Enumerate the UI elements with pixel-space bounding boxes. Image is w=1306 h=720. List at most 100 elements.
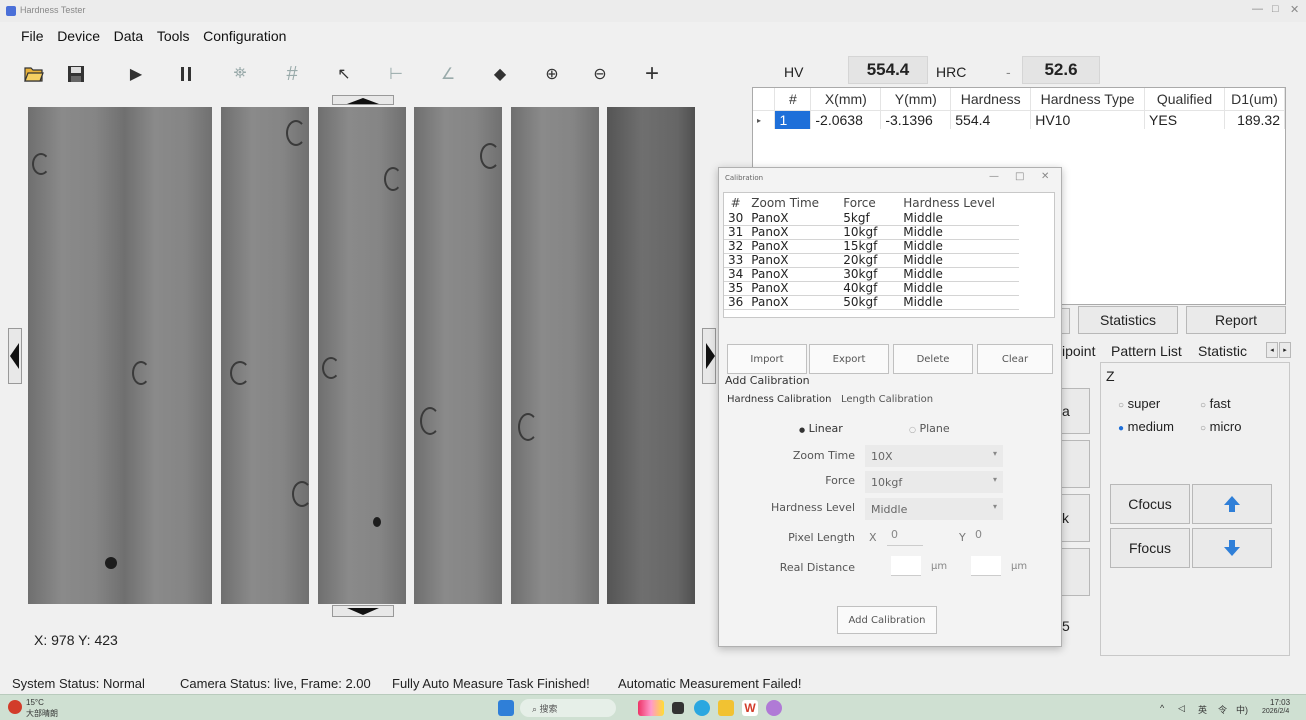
column-header: # [774,88,812,111]
dialog-title: Calibration [725,174,764,182]
real-distance-x-input[interactable] [891,556,921,576]
pointer-icon[interactable]: ↖ [332,62,356,86]
clear-button[interactable]: Clear [977,344,1053,374]
camera-view[interactable] [0,95,716,617]
angle-icon[interactable]: ∠ [436,62,460,86]
tray-wifi-icon[interactable]: 令 [1218,703,1227,716]
widget-icon[interactable] [638,700,664,716]
import-button[interactable]: Import [727,344,807,374]
speed-super[interactable]: ○ super [1118,396,1160,411]
cell-n: 36 [724,295,748,310]
taskbar-search[interactable]: ⌕ 搜索 [520,699,616,717]
chevron-down-icon: ▾ [992,449,997,458]
tab-statistic[interactable]: Statistic [1198,343,1268,359]
clock-time[interactable]: 17:03 [1270,698,1290,707]
table-row[interactable]: 31 PanoX 10kgf Middle [724,225,1020,240]
mode-plane-radio[interactable]: ○ Plane [909,422,950,435]
report-button[interactable]: Report [1186,306,1286,334]
z-down-button[interactable] [1192,528,1272,568]
z-up-button[interactable] [1192,484,1272,524]
zoom-in-icon[interactable]: ⊕ [540,62,564,86]
force-select[interactable]: 10kgf ▾ [865,471,1003,493]
tray-language-icon[interactable]: 英 [1198,703,1207,716]
app-icon[interactable] [766,700,782,716]
pixel-y-input[interactable]: 0 [971,528,1007,546]
add-calibration-button[interactable]: Add Calibration [837,606,937,634]
menu-tools[interactable]: Tools [152,24,195,48]
ffocus-button[interactable]: Ffocus [1110,528,1190,568]
calibration-table[interactable]: # Zoom Time Force Hardness Level 30 PanoX… [723,192,1055,318]
play-icon[interactable]: ▶ [124,62,148,86]
pan-up-button[interactable] [332,95,394,105]
statistics-button[interactable]: Statistics [1078,306,1178,334]
tab-scroll-right-icon[interactable]: ▸ [1279,342,1291,358]
delete-button[interactable]: Delete [893,344,973,374]
tab-multipoint[interactable]: ipoint [1062,343,1095,359]
cfocus-button[interactable]: Cfocus [1110,484,1190,524]
crosshair-icon[interactable]: + [640,60,664,87]
pan-right-button[interactable] [702,328,716,384]
tab-hardness-calibration[interactable]: Hardness Calibration [727,394,831,405]
speed-micro[interactable]: ○ micro [1200,419,1241,434]
tab-scroll-left-icon[interactable]: ◂ [1266,342,1278,358]
task-view-icon[interactable] [672,702,684,714]
table-row[interactable]: ▸ 1 -2.0638 -3.1396 554.4 HV10 YES 189.3… [753,110,1286,129]
cell-hardness: 554.4 [950,110,1032,129]
tab-pattern-list[interactable]: Pattern List [1111,343,1182,359]
cell-force: 15kgf [839,239,900,254]
column-header [753,88,776,111]
export-button[interactable]: Export [809,344,889,374]
zoom-time-select[interactable]: 10X ▾ [865,445,1003,467]
cell-d1: 189.32 [1224,110,1286,129]
hardness-level-select[interactable]: Middle ▾ [865,498,1003,520]
tab-length-calibration[interactable]: Length Calibration [841,394,933,405]
zoom-out-icon[interactable]: ⊖ [588,62,612,86]
pause-icon[interactable] [174,62,198,86]
table-row[interactable]: 32 PanoX 15kgf Middle [724,239,1020,254]
grid-icon[interactable]: # [280,62,304,86]
pan-left-button[interactable] [8,328,22,384]
file-explorer-icon[interactable] [718,700,734,716]
wps-icon[interactable]: W [742,700,758,716]
close-button[interactable]: ✕ [1290,3,1299,16]
calibration-dialog[interactable]: Calibration — □ ✕ # Zoom Time Force Hard… [718,167,1062,647]
dialog-close-button[interactable]: ✕ [1041,171,1049,182]
pan-down-button[interactable] [332,605,394,617]
row-number[interactable]: 1 [774,110,812,129]
auto-detect-icon[interactable]: ⛯ [228,62,252,86]
menu-device[interactable]: Device [52,24,105,48]
dark-spot [105,557,117,569]
menu-data[interactable]: Data [109,24,149,48]
table-row[interactable]: 33 PanoX 20kgf Middle [724,253,1020,268]
mode-linear-radio[interactable]: ● Linear [799,422,843,435]
open-folder-icon[interactable] [22,62,46,86]
menu-file[interactable]: File [16,24,49,48]
dialog-minimize-button[interactable]: — [989,171,999,182]
eraser-icon[interactable]: ◆ [488,62,512,86]
table-row[interactable]: 36 PanoX 50kgf Middle [724,295,1020,310]
maximize-button[interactable]: □ [1272,3,1279,15]
clock-date[interactable]: 2026/2/4 [1262,708,1289,715]
menu-configuration[interactable]: Configuration [198,24,291,48]
tray-chevron-icon[interactable]: ^ [1160,703,1164,713]
speed-medium[interactable]: ● medium [1118,419,1174,434]
tray-volume-icon[interactable]: 中) [1236,703,1248,716]
start-menu-icon[interactable] [498,700,514,716]
real-distance-y-input[interactable] [971,556,1001,576]
weather-icon[interactable] [8,700,22,714]
speed-fast[interactable]: ○ fast [1200,396,1231,411]
pixel-x-input[interactable]: 0 [887,528,923,546]
cursor-coordinates: X: 978 Y: 423 [34,632,118,648]
browser-icon[interactable] [694,700,710,716]
task-status: Fully Auto Measure Task Finished! [392,676,590,691]
save-icon[interactable] [64,62,88,86]
status-bar: System Status: Normal Camera Status: liv… [0,672,1306,694]
table-row[interactable]: 34 PanoX 30kgf Middle [724,267,1020,282]
tray-input-icon[interactable]: ◁ [1178,703,1185,714]
minimize-button[interactable]: — [1252,3,1263,15]
dialog-maximize-button[interactable]: □ [1015,171,1024,182]
table-row[interactable]: 35 PanoX 40kgf Middle [724,281,1020,296]
indent-mark [132,361,150,385]
table-row[interactable]: 30 PanoX 5kgf Middle [724,212,1020,226]
length-icon[interactable]: ⊢ [384,62,408,86]
